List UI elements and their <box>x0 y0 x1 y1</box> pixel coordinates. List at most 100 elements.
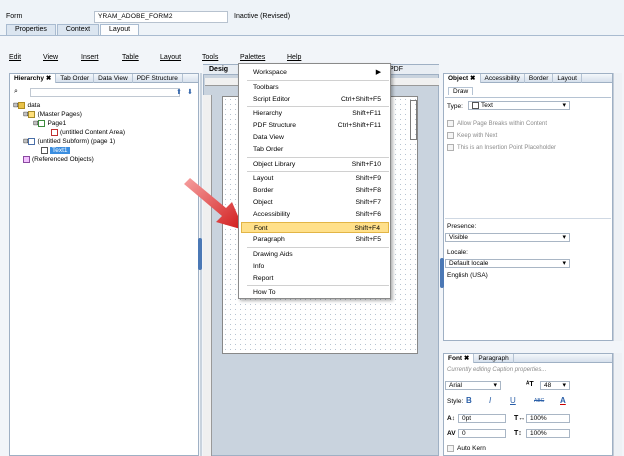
font-size-select[interactable]: 48 <box>540 381 570 390</box>
bold-button[interactable]: B <box>466 396 472 405</box>
menu-view[interactable]: View <box>43 54 58 61</box>
tree-node-content-area[interactable]: (untitled Content Area) <box>13 128 125 137</box>
vertical-ruler <box>203 95 212 456</box>
italic-button[interactable]: I <box>489 396 491 405</box>
menu-item-object-library[interactable]: Object Library Shift+F10 <box>241 159 389 170</box>
tree-label: data <box>27 102 41 109</box>
menu-item-label: Data View <box>253 134 284 141</box>
menu-item-font[interactable]: Font Shift+F4 <box>241 222 389 233</box>
locale-select[interactable]: Default locale <box>445 259 570 268</box>
auto-kern-checkbox[interactable]: Auto Kern <box>447 445 486 452</box>
menu-item-how-to[interactable]: How To <box>241 287 389 298</box>
font-panel-scrollbar[interactable] <box>613 353 622 456</box>
menu-item-info[interactable]: Info <box>241 261 389 272</box>
font-color-button[interactable]: A <box>560 396 566 405</box>
tree-node-referenced[interactable]: (Referenced Objects) <box>13 155 125 164</box>
keep-with-next-checkbox[interactable]: Keep with Next <box>447 132 497 139</box>
tab-font-label: Font <box>448 354 463 362</box>
vertical-scale-icon: T↕ <box>514 430 522 437</box>
tab-layout-palette[interactable]: Layout <box>553 73 582 83</box>
subform-icon <box>28 137 36 145</box>
menu-shortcut: Shift+F8 <box>355 187 381 194</box>
menu-item-tab-order[interactable]: Tab Order <box>241 144 389 155</box>
tab-accessibility[interactable]: Accessibility <box>481 73 525 83</box>
search-icon[interactable]: ⌕ <box>14 88 18 96</box>
tab-pdf-preview[interactable]: PDF <box>389 66 403 73</box>
tab-data-view[interactable]: Data View <box>94 73 133 83</box>
object-panel-scrollbar[interactable] <box>613 73 622 341</box>
tab-tab-order[interactable]: Tab Order <box>56 73 95 83</box>
subtab-draw[interactable]: Draw <box>448 87 474 95</box>
menu-help[interactable]: Help <box>287 54 301 61</box>
baseline-shift-field[interactable]: 0pt <box>458 414 506 423</box>
insertion-placeholder-checkbox[interactable]: This is an Insertion Point Placeholder <box>447 144 556 151</box>
strikethrough-button[interactable]: ABC <box>534 398 544 404</box>
presence-select[interactable]: Visible <box>445 233 570 242</box>
menu-tools[interactable]: Tools <box>202 54 218 61</box>
menu-edit[interactable]: Edit <box>9 54 21 61</box>
arrow-up-icon[interactable]: ⬆ <box>176 88 182 96</box>
menu-item-pdf-structure[interactable]: PDF Structure Ctrl+Shift+F11 <box>241 120 389 131</box>
menu-item-drawing-aids[interactable]: Drawing Aids <box>241 249 389 260</box>
close-icon[interactable]: ✖ <box>470 75 475 82</box>
menu-item-paragraph[interactable]: Paragraph Shift+F5 <box>241 234 389 245</box>
caption-note: Currently editing Caption properties... <box>447 367 547 373</box>
locale-label: Locale: <box>447 249 468 256</box>
baseline-shift-icon: A↕ <box>447 415 455 422</box>
vertical-scale-field[interactable]: 100% <box>526 429 570 438</box>
tree-node-text1[interactable]: Text1 <box>13 146 125 155</box>
text-object-fragment[interactable] <box>410 100 417 140</box>
close-icon[interactable]: ✖ <box>46 75 51 82</box>
menu-item-label: Workspace <box>253 69 287 76</box>
menu-item-label: PDF Structure <box>253 122 297 129</box>
tab-paragraph[interactable]: Paragraph <box>474 353 514 363</box>
tree-node-subform[interactable]: ⊟ (untitled Subform) (page 1) <box>13 137 125 146</box>
splitter-handle[interactable] <box>440 258 444 288</box>
tree-label: Page1 <box>47 120 67 127</box>
tab-pdf-structure[interactable]: PDF Structure <box>133 73 183 83</box>
tab-layout[interactable]: Layout <box>100 24 140 35</box>
horizontal-scale-field[interactable]: 100% <box>526 414 570 423</box>
type-label: Type: <box>447 103 463 110</box>
tree-node-master-pages[interactable]: ⊟ (Master Pages) <box>13 110 125 119</box>
type-select[interactable]: Text <box>468 101 570 110</box>
menu-item-layout[interactable]: Layout Shift+F9 <box>241 173 389 184</box>
tab-object[interactable]: Object ✖ <box>444 73 481 83</box>
tab-border[interactable]: Border <box>525 73 554 83</box>
arrow-down-icon[interactable]: ⬇ <box>187 88 193 96</box>
menu-item-script-editor[interactable]: Script Editor Ctrl+Shift+F5 <box>241 94 389 105</box>
font-panel-tabs: Font ✖ Paragraph <box>444 353 612 363</box>
close-icon[interactable]: ✖ <box>464 355 469 362</box>
underline-button[interactable]: U <box>510 396 516 405</box>
font-family-select[interactable]: Arial <box>445 381 501 390</box>
hierarchy-search-input[interactable] <box>30 88 180 97</box>
allow-page-breaks-checkbox[interactable]: Allow Page Breaks within Content <box>447 120 547 127</box>
tab-properties[interactable]: Properties <box>6 24 56 35</box>
menu-item-toolbars[interactable]: Toolbars <box>241 82 389 93</box>
type-value: Text <box>481 102 493 110</box>
tree-node-page1[interactable]: ⊟ Page1 <box>13 119 125 128</box>
letter-spacing-field[interactable]: 0 <box>458 429 506 438</box>
tab-hierarchy[interactable]: Hierarchy ✖ <box>10 73 57 83</box>
tab-font[interactable]: Font ✖ <box>444 353 475 363</box>
menu-separator <box>247 247 389 248</box>
menu-layout[interactable]: Layout <box>160 54 181 61</box>
menu-table[interactable]: Table <box>122 54 139 61</box>
menu-shortcut: Shift+F9 <box>355 175 381 182</box>
form-name-field[interactable]: YRAM_ADOBE_FORM2 <box>94 11 228 23</box>
menu-item-data-view[interactable]: Data View <box>241 132 389 143</box>
tab-design-view[interactable]: Desig <box>209 66 228 73</box>
menu-palettes[interactable]: Palettes <box>240 54 265 61</box>
splitter-handle[interactable] <box>198 238 202 270</box>
menu-shortcut: Shift+F6 <box>355 211 381 218</box>
menu-item-report[interactable]: Report <box>241 273 389 284</box>
tab-context[interactable]: Context <box>56 24 100 35</box>
menu-item-object[interactable]: Object Shift+F7 <box>241 197 389 208</box>
menu-insert[interactable]: Insert <box>81 54 99 61</box>
horizontal-scale-icon: T↔ <box>514 415 526 422</box>
menu-item-border[interactable]: Border Shift+F8 <box>241 185 389 196</box>
menu-item-workspace[interactable]: Workspace ▶ <box>241 67 389 78</box>
menu-item-hierarchy[interactable]: Hierarchy Shift+F11 <box>241 108 389 119</box>
menu-item-accessibility[interactable]: Accessibility Shift+F6 <box>241 209 389 220</box>
tree-node-data[interactable]: ⊟ data <box>13 101 125 110</box>
